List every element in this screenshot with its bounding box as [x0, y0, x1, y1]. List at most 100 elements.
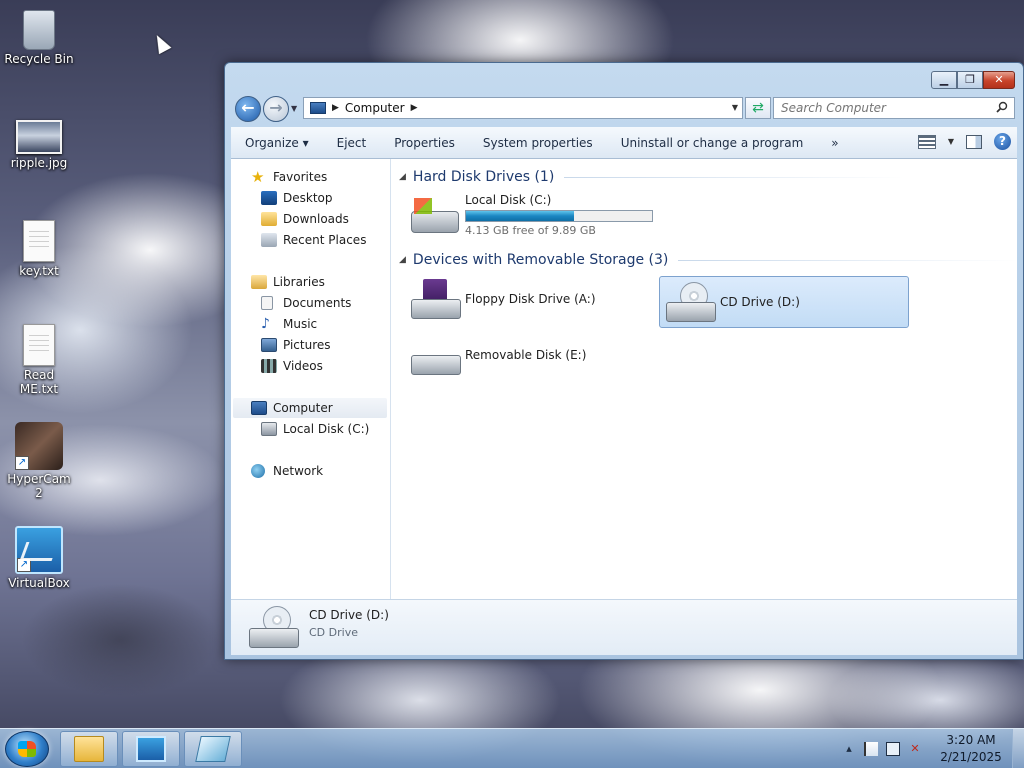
search-icon[interactable]	[996, 101, 1008, 113]
nav-item-network[interactable]: Network	[251, 461, 323, 481]
desktop-icon-hypercam[interactable]: ↗ HyperCam 2	[4, 422, 74, 500]
drive-free-space: 4.13 GB free of 9.89 GB	[465, 224, 596, 237]
uninstall-program-button[interactable]: Uninstall or change a program	[607, 136, 818, 150]
back-button[interactable]: ←	[235, 96, 261, 122]
explorer-window: ▁ ❐ ✕ ← → ▼ ▶ Computer ▶ ▼ ⇄ Organize ▾ …	[224, 62, 1024, 660]
taskbar: ▴ ✕ 3:20 AM 2/21/2025	[0, 728, 1024, 768]
minimize-button[interactable]: ▁	[931, 71, 957, 89]
app-window-icon	[195, 736, 231, 762]
disk-usage-bar	[465, 210, 653, 222]
text-file-icon	[23, 220, 55, 262]
desktop-icon-read-me-txt[interactable]: Read ME.txt	[4, 320, 74, 396]
drive-floppy-a[interactable]: Floppy Disk Drive (A:)	[405, 273, 655, 325]
recent-pages-chevron-down-icon[interactable]: ▼	[291, 104, 297, 113]
nav-item-documents[interactable]: Documents	[261, 293, 351, 313]
navigation-pane: ★ Favorites Desktop Downloads Recent Pla…	[231, 159, 391, 599]
refresh-button[interactable]: ⇄	[745, 97, 771, 119]
more-commands-button[interactable]: »	[817, 136, 852, 150]
desktop-icon-label: key.txt	[19, 264, 59, 278]
nav-item-videos[interactable]: Videos	[261, 356, 323, 376]
desktop-icon-ripple-jpg[interactable]: ripple.jpg	[4, 112, 74, 170]
command-bar: Organize ▾ Eject Properties System prope…	[231, 127, 1017, 159]
drive-cd-d[interactable]: CD Drive (D:)	[659, 276, 909, 328]
virtualbox-icon	[136, 736, 166, 762]
taskbar-app[interactable]	[184, 731, 242, 767]
view-options-chevron-down-icon[interactable]: ▼	[948, 137, 954, 146]
nav-item-label: Downloads	[283, 212, 349, 226]
nav-item-label: Music	[283, 317, 318, 331]
breadcrumb-computer[interactable]: Computer	[345, 101, 405, 115]
address-history-chevron-down-icon[interactable]: ▼	[732, 103, 738, 112]
nav-item-label: Videos	[283, 359, 323, 373]
close-button[interactable]: ✕	[983, 71, 1015, 89]
properties-button[interactable]: Properties	[380, 136, 469, 150]
maximize-button[interactable]: ❐	[957, 71, 983, 89]
nav-item-pictures[interactable]: Pictures	[261, 335, 331, 355]
nav-item-downloads[interactable]: Downloads	[261, 209, 349, 229]
preview-pane-icon[interactable]	[966, 134, 982, 149]
nav-item-label: Libraries	[273, 275, 325, 289]
caption-buttons: ▁ ❐ ✕	[931, 71, 1015, 89]
change-view-icon[interactable]	[917, 134, 936, 149]
forward-button[interactable]: →	[263, 96, 289, 122]
show-desktop-button[interactable]	[1012, 729, 1024, 768]
network-icon[interactable]	[886, 742, 900, 756]
nav-item-music[interactable]: ♪ Music	[261, 314, 317, 334]
organize-button[interactable]: Organize ▾	[231, 136, 323, 150]
start-button[interactable]	[5, 731, 49, 767]
volume-muted-icon[interactable]: ✕	[908, 742, 922, 756]
cd-drive-icon	[666, 282, 716, 322]
drive-local-disk-c[interactable]: Local Disk (C:) 4.13 GB free of 9.89 GB	[405, 189, 665, 241]
nav-item-favorites[interactable]: ★ Favorites	[251, 167, 327, 187]
downloads-folder-icon	[261, 212, 277, 226]
refresh-icon: ⇄	[752, 100, 764, 116]
nav-item-label: Network	[273, 464, 324, 478]
taskbar-virtualbox[interactable]	[122, 731, 180, 767]
drive-removable-e[interactable]: Removable Disk (E:)	[405, 329, 655, 381]
show-hidden-icons-button[interactable]: ▴	[842, 742, 856, 756]
help-icon[interactable]: ?	[994, 133, 1011, 150]
desktop-icon-recycle-bin[interactable]: Recycle Bin	[4, 6, 74, 66]
clock[interactable]: 3:20 AM 2/21/2025	[936, 732, 1006, 766]
virtualbox-icon: ↗	[15, 526, 63, 574]
breadcrumb-arrow-icon[interactable]: ▶	[332, 103, 339, 113]
desktop-icon-label: ripple.jpg	[10, 156, 68, 170]
system-properties-button[interactable]: System properties	[469, 136, 607, 150]
shortcut-arrow-icon: ↗	[15, 456, 29, 470]
desktop-icon-virtualbox[interactable]: ↗ VirtualBox	[4, 526, 74, 590]
recent-places-icon	[261, 233, 277, 247]
eject-button[interactable]: Eject	[323, 136, 381, 150]
star-icon: ★	[251, 168, 265, 186]
nav-item-recent-places[interactable]: Recent Places	[261, 230, 366, 250]
group-header-removable-storage[interactable]: ◢ Devices with Removable Storage (3)	[399, 252, 1018, 268]
libraries-folder-icon	[251, 275, 267, 289]
collapse-triangle-icon[interactable]: ◢	[399, 172, 406, 182]
details-title: CD Drive (D:)	[309, 608, 389, 622]
breadcrumb-arrow-icon[interactable]: ▶	[411, 103, 418, 113]
search-input[interactable]	[774, 98, 984, 118]
action-center-flag-icon[interactable]	[864, 742, 878, 756]
computer-icon	[310, 102, 326, 114]
taskbar-explorer[interactable]	[60, 731, 118, 767]
nav-item-label: Documents	[283, 296, 352, 310]
desktop-icon-label: HyperCam 2	[7, 472, 71, 500]
text-file-icon	[23, 324, 55, 366]
system-tray: ▴ ✕ 3:20 AM 2/21/2025	[838, 729, 1024, 768]
film-strip-icon	[261, 359, 277, 373]
drive-name: CD Drive (D:)	[720, 295, 800, 309]
drive-name: Removable Disk (E:)	[465, 348, 587, 362]
group-header-hard-disk-drives[interactable]: ◢ Hard Disk Drives (1)	[399, 169, 904, 185]
desktop-icon-key-txt[interactable]: key.txt	[4, 216, 74, 278]
desktop-icon-label: VirtualBox	[8, 576, 70, 590]
nav-item-libraries[interactable]: Libraries	[251, 272, 325, 292]
search-box[interactable]	[773, 97, 1015, 119]
nav-item-computer[interactable]: Computer	[233, 398, 387, 418]
clock-time: 3:20 AM	[946, 733, 996, 747]
details-pane: CD Drive (D:) CD Drive	[231, 599, 1017, 655]
nav-item-label: Local Disk (C:)	[283, 422, 370, 436]
nav-item-local-disk[interactable]: Local Disk (C:)	[261, 419, 369, 439]
address-bar[interactable]: ▶ Computer ▶ ▼	[303, 97, 743, 119]
folder-icon	[74, 736, 104, 762]
collapse-triangle-icon[interactable]: ◢	[399, 255, 406, 265]
nav-item-desktop[interactable]: Desktop	[261, 188, 333, 208]
